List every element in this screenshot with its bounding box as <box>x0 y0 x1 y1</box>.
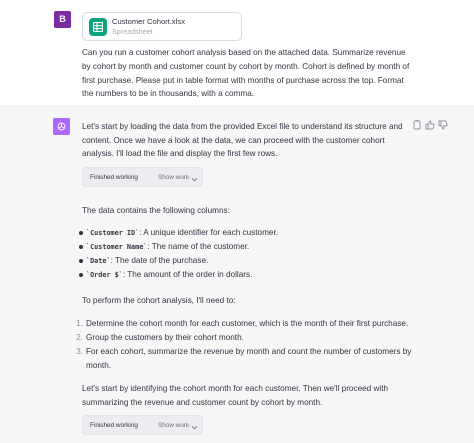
list-item: `Customer Name`: The name of the custome… <box>86 240 416 255</box>
steps-intro-text: To perform the cohort analysis, I'll nee… <box>82 296 236 305</box>
attachment-card[interactable]: Customer Cohort.xlsx Spreadsheet <box>82 12 242 41</box>
openai-logo-icon <box>53 118 70 135</box>
column-code: `Customer Name` <box>86 243 148 251</box>
attachment-name: Customer Cohort.xlsx <box>112 17 186 26</box>
step-text: For each cohort, summarize the revenue b… <box>86 347 412 356</box>
bullet <box>79 273 83 277</box>
copy-icon[interactable] <box>412 120 422 130</box>
assistant-outro-text: Let's start by identifying the cohort mo… <box>82 384 389 407</box>
column-desc: : A unique identifier for each customer. <box>139 228 279 237</box>
columns-intro-text: The data contains the following columns: <box>82 206 230 215</box>
attachment-type: Spreadsheet <box>112 27 153 36</box>
bullet <box>79 231 83 235</box>
finished-working-toggle[interactable]: Finished working Show work <box>82 415 203 435</box>
step-text: Group the customers by their cohort mont… <box>86 333 244 342</box>
column-code: `Order $` <box>86 271 123 279</box>
user-avatar: B <box>54 11 71 28</box>
thumbs-up-icon[interactable] <box>425 120 435 130</box>
bullet <box>79 245 83 249</box>
working-label: Finished working <box>90 174 138 181</box>
message-actions <box>412 120 448 132</box>
column-desc: : The amount of the order in dollars. <box>122 270 253 279</box>
working-label: Finished working <box>90 422 138 429</box>
bullet <box>79 259 83 263</box>
finished-working-toggle[interactable]: Finished working Show work <box>82 167 203 187</box>
column-code: `Customer ID` <box>86 229 140 237</box>
step-number: 1. <box>76 319 83 328</box>
list-item: `Date`: The date of the purchase. <box>86 254 416 269</box>
column-code: `Date` <box>86 257 111 265</box>
step-number: 3. <box>76 347 83 356</box>
spreadsheet-icon <box>89 18 107 36</box>
list-item: `Customer ID`: A unique identifier for e… <box>86 226 416 241</box>
column-desc: : The date of the purchase. <box>110 256 209 265</box>
show-work-link[interactable]: Show work <box>158 419 189 433</box>
step-text-continued: month. <box>86 361 112 370</box>
assistant-intro-text: Let's start by loading the data from the… <box>82 122 403 158</box>
user-message: B Customer Cohort.xlsx Spreadsheet Can y… <box>0 0 474 106</box>
chevron-down-icon <box>191 174 198 182</box>
user-message-text: Can you run a customer cohort analysis b… <box>82 48 410 99</box>
thumbs-down-icon[interactable] <box>438 120 448 130</box>
step-number: 2. <box>76 333 83 342</box>
column-desc: : The name of the customer. <box>147 242 250 251</box>
step-text: Determine the cohort month for each cust… <box>86 319 409 328</box>
chevron-down-icon <box>191 422 198 430</box>
list-item: `Order $`: The amount of the order in do… <box>86 268 416 283</box>
show-work-link[interactable]: Show work <box>158 171 189 185</box>
